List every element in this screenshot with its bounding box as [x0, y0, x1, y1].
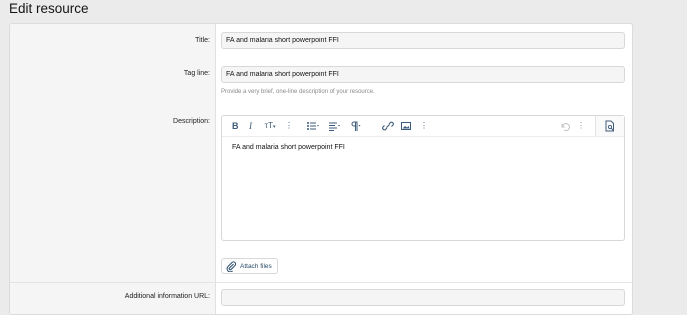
title-label: Title:	[195, 37, 210, 44]
description-editor-text[interactable]: FA and malaria short powerpoint FFI	[232, 144, 345, 151]
undo-icon	[561, 123, 570, 132]
undo-button[interactable]	[559, 119, 571, 133]
align-left-icon	[329, 122, 340, 131]
list-button[interactable]	[306, 119, 320, 133]
additional-url-label: Additional information URL:	[124, 293, 210, 300]
font-size-button[interactable]: тТ▾	[262, 119, 278, 133]
preview-icon	[605, 120, 614, 132]
image-icon	[401, 122, 411, 130]
more-options-button-1[interactable]: ⋮	[285, 119, 293, 133]
edit-resource-form: Title: Tag line: Provide a very brief, o…	[9, 23, 633, 315]
attach-files-label: Attach files	[240, 262, 272, 270]
list-icon	[307, 122, 319, 130]
row-divider	[10, 282, 632, 283]
tagline-label: Tag line:	[183, 70, 210, 77]
align-button[interactable]	[328, 119, 342, 133]
paragraph-button[interactable]	[348, 119, 362, 133]
tagline-input[interactable]	[221, 66, 625, 83]
additional-url-input[interactable]	[221, 289, 625, 306]
preview-button[interactable]	[595, 116, 624, 136]
more-options-button-3[interactable]: ⋮	[577, 119, 585, 133]
title-input[interactable]	[221, 32, 625, 49]
italic-button[interactable]: I	[249, 119, 252, 133]
bold-button[interactable]: B	[232, 119, 239, 133]
image-button[interactable]	[400, 119, 412, 133]
link-button[interactable]	[382, 119, 394, 133]
paragraph-icon	[351, 121, 361, 131]
more-options-button-2[interactable]: ⋮	[420, 119, 428, 133]
attach-files-button[interactable]: Attach files	[221, 258, 278, 274]
tagline-hint: Provide a very brief, one-line descripti…	[221, 89, 375, 95]
description-label: Description:	[173, 118, 210, 125]
page-title: Edit resource	[9, 1, 89, 16]
description-editor[interactable]: B I тТ▾ ⋮ ⋮ ⋮ FA and malaria short power…	[221, 115, 625, 241]
link-icon	[382, 121, 394, 131]
paperclip-icon	[226, 260, 237, 272]
editor-toolbar: B I тТ▾ ⋮ ⋮ ⋮	[222, 116, 624, 137]
font-size-icon: тТ	[264, 121, 274, 130]
